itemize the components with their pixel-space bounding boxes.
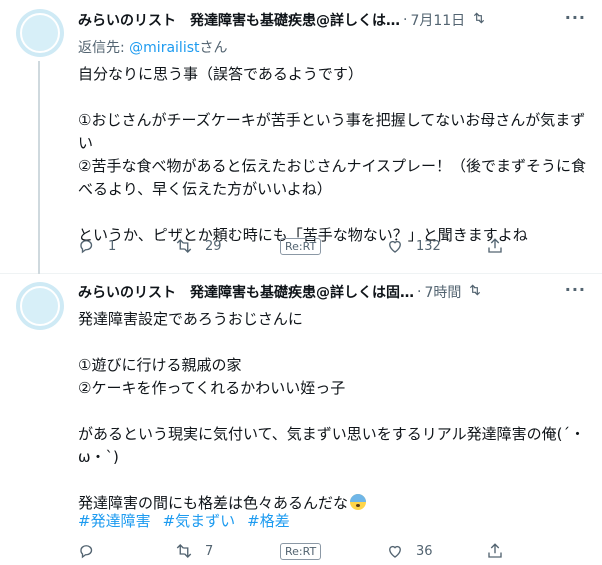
tweet-paragraph: があるという現実に気付いて、気まずい思いをするリアル発達障害の俺(´・ω・`) (78, 425, 586, 466)
reply-button[interactable] (78, 541, 108, 561)
more-icon[interactable]: ··· (565, 280, 586, 299)
rert-button[interactable]: Re:RT (280, 541, 322, 561)
tweet-paragraph: 自分なりに思う事（誤答であるようです） (78, 65, 363, 83)
tweet-paragraph: 発達障害設定であろうおじさんに (78, 310, 303, 328)
like-icon (389, 240, 401, 253)
timestamp[interactable]: 7月11日 (410, 10, 465, 30)
like-count: 132 (416, 238, 441, 254)
rert-button[interactable]: Re:RT (280, 236, 322, 256)
thread-line (38, 61, 40, 274)
reply-icon (80, 240, 93, 254)
tweet-text: 発達障害設定であろうおじさんに ①遊びに行ける親戚の家 ②ケーキを作ってくれるか… (78, 308, 588, 515)
tweet-header: みらいのリスト 発達障害も基礎疾患@詳しくは… · 7月11日 (78, 10, 518, 30)
share-button[interactable] (486, 541, 504, 561)
reply-icon (80, 545, 93, 559)
retweet-icon (176, 544, 192, 558)
tweet-actions: 7 Re:RT 36 (78, 541, 518, 561)
share-icon (488, 543, 502, 558)
hashtag-link[interactable]: #発達障害 (78, 510, 151, 531)
avatar[interactable] (16, 282, 64, 330)
avatar[interactable] (16, 9, 64, 57)
reply-to: 返信先: @mirailistさん (78, 40, 228, 56)
reply-handle-link[interactable]: @mirailist (129, 40, 199, 56)
more-icon[interactable]: ··· (565, 8, 586, 27)
hashtag-list: #発達障害 #気まずい #格差 (78, 510, 290, 531)
tweet-paragraph: ①遊びに行ける親戚の家 ②ケーキを作ってくれるかわいい姪っ子 (78, 356, 346, 397)
tweet-text: 自分なりに思う事（誤答であるようです） ①おじさんがチーズケーキが苦手という事を… (78, 63, 588, 247)
like-button[interactable]: 132 (386, 236, 441, 256)
reply-count: 1 (108, 238, 117, 254)
anxious-face-emoji (350, 494, 367, 510)
retweet-count: 7 (205, 543, 214, 559)
share-button[interactable] (486, 236, 504, 256)
tweet-actions: 1 29 Re:RT 132 (78, 236, 518, 256)
retweet-icon (176, 239, 192, 253)
retweet-indicator-icon (471, 11, 487, 29)
rert-label: Re:RT (280, 542, 322, 560)
display-name[interactable]: みらいのリスト 発達障害も基礎疾患@詳しくは固… (78, 282, 414, 302)
timestamp[interactable]: 7時間 (424, 282, 461, 302)
tweet[interactable]: みらいのリスト 発達障害も基礎疾患@詳しくは… · 7月11日 ··· 返信先:… (0, 0, 602, 274)
hashtag-link[interactable]: #格差 (247, 510, 290, 531)
hashtag-link[interactable]: #気まずい (163, 510, 236, 531)
retweet-indicator-icon (467, 283, 483, 301)
retweet-count: 29 (205, 238, 222, 254)
like-button[interactable]: 36 (386, 541, 433, 561)
retweet-button[interactable]: 29 (175, 236, 222, 256)
tweet[interactable]: みらいのリスト 発達障害も基礎疾患@詳しくは固… · 7時間 ··· 発達障害設… (0, 274, 602, 565)
share-icon (488, 238, 502, 253)
retweet-button[interactable]: 7 (175, 541, 213, 561)
rert-label: Re:RT (280, 237, 322, 255)
tweet-paragraph: ①おじさんがチーズケーキが苦手という事を把握してないお母さんが気まずい ②苦手な… (78, 111, 587, 198)
display-name[interactable]: みらいのリスト 発達障害も基礎疾患@詳しくは… (78, 10, 400, 30)
like-icon (389, 545, 401, 558)
tweet-header: みらいのリスト 発達障害も基礎疾患@詳しくは固… · 7時間 (78, 282, 518, 302)
reply-button[interactable]: 1 (78, 236, 116, 256)
like-count: 36 (416, 543, 433, 559)
